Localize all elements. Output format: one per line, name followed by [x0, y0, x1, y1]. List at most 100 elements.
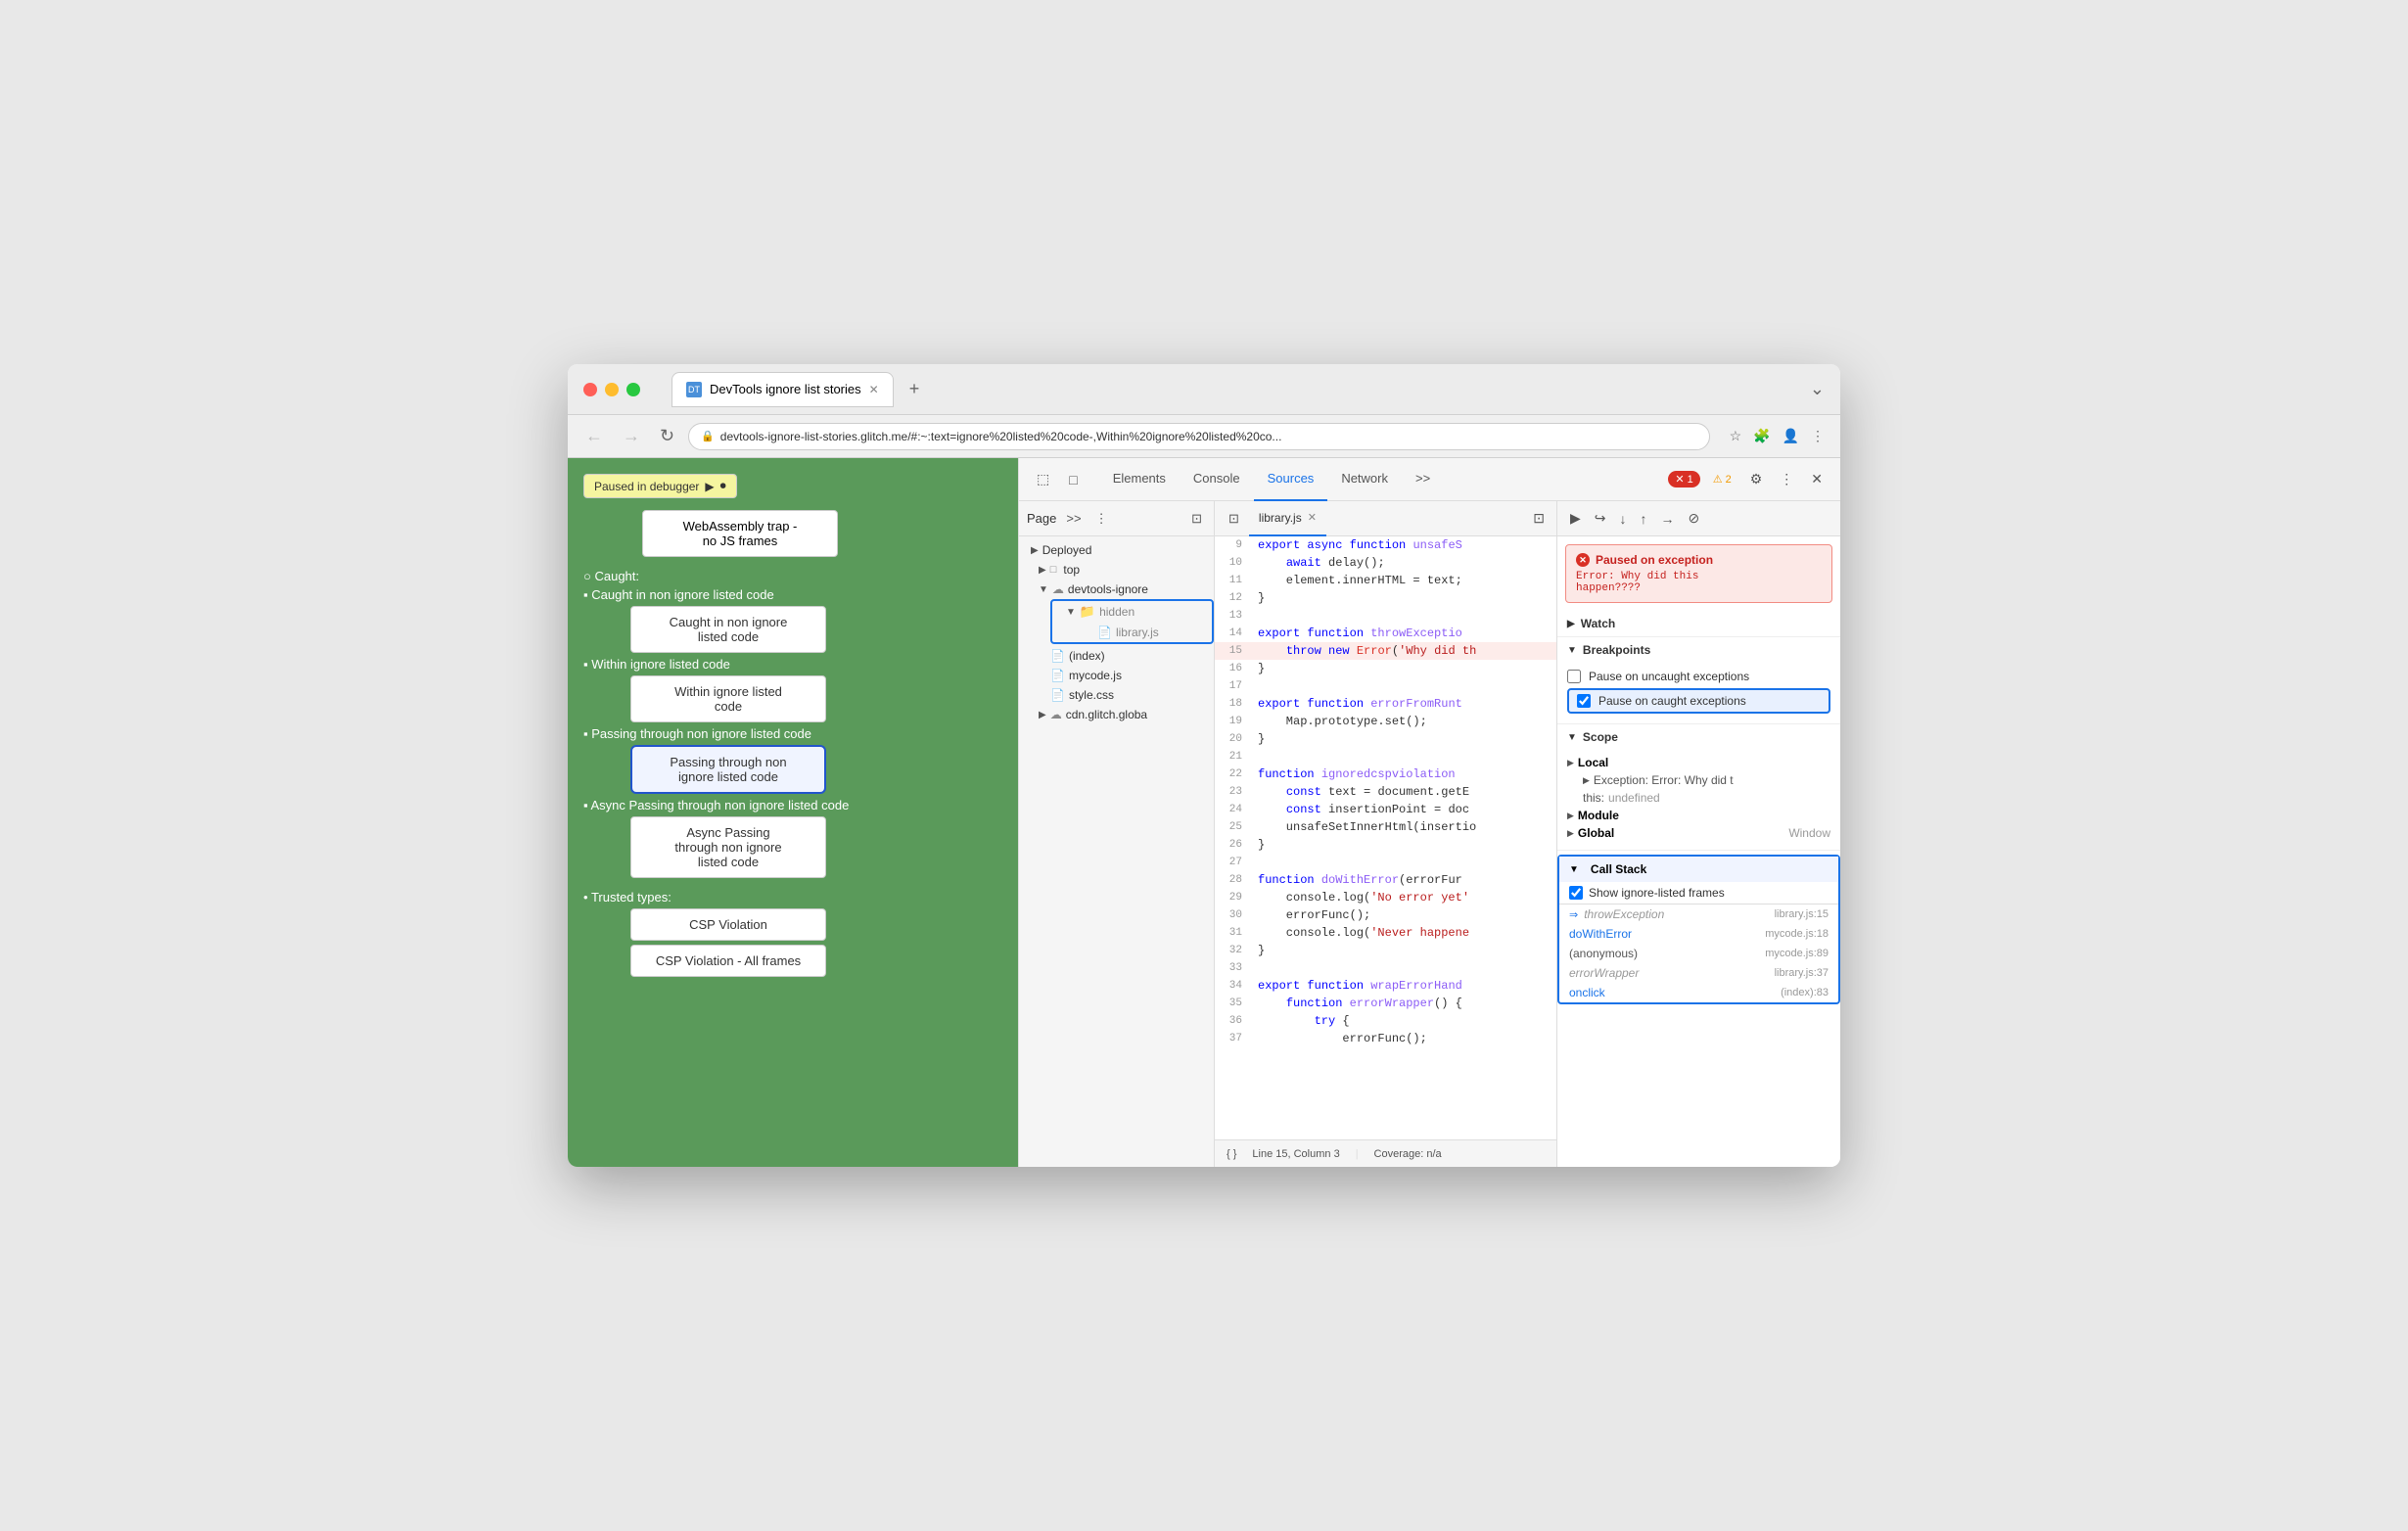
- ft-index[interactable]: 📄 (index): [1019, 646, 1214, 666]
- show-more-tabs-button[interactable]: ⊡: [1529, 508, 1549, 529]
- exception-title-text: Paused on exception: [1596, 553, 1713, 567]
- devtools-panel: ⬚ □ Elements Console Sources Network >> …: [1018, 458, 1840, 1167]
- bookmark-icon[interactable]: ☆: [1726, 424, 1746, 448]
- frame-2-loc: mycode.js:89: [1765, 948, 1829, 959]
- new-tab-button[interactable]: +: [902, 375, 928, 403]
- frame-4-loc: (index):83: [1781, 987, 1829, 998]
- pause-uncaught-checkbox[interactable]: [1567, 670, 1581, 683]
- callstack-header[interactable]: ▼ Call Stack: [1559, 857, 1838, 882]
- maximize-traffic-light[interactable]: [626, 383, 640, 396]
- step-into-button[interactable]: ↓: [1615, 508, 1632, 530]
- frame-0-loc: library.js:15: [1775, 908, 1829, 920]
- csp-all-frames-button[interactable]: CSP Violation - All frames: [630, 945, 826, 977]
- callstack-frame-2[interactable]: (anonymous) mycode.js:89: [1559, 944, 1838, 963]
- watch-section: ▶ Watch: [1557, 611, 1840, 637]
- frame-3-loc: library.js:37: [1775, 967, 1829, 979]
- ft-cdn[interactable]: ▶ ☁ cdn.glitch.globa: [1019, 705, 1214, 724]
- ft-devtools-ignore[interactable]: ▼ ☁ devtools-ignore: [1019, 580, 1214, 599]
- ft-hidden[interactable]: ▼ 📁 hidden: [1054, 601, 1210, 623]
- caught-label: Caught:: [594, 569, 639, 583]
- tab-elements[interactable]: Elements: [1099, 458, 1180, 501]
- browser-window: DT DevTools ignore list stories ✕ + ⌄ ← …: [568, 364, 1840, 1167]
- library-js-tab-close[interactable]: ✕: [1308, 511, 1317, 524]
- breakpoints-section-header[interactable]: ▼ Breakpoints: [1557, 637, 1840, 663]
- callstack-frame-0[interactable]: ⇒ throwException library.js:15: [1559, 905, 1838, 924]
- scope-section-header[interactable]: ▼ Scope: [1557, 724, 1840, 750]
- more-options-button[interactable]: ⋮: [1774, 467, 1799, 491]
- step-out-button[interactable]: ↑: [1636, 508, 1652, 530]
- extensions-icon[interactable]: 🧩: [1749, 424, 1774, 448]
- forward-button[interactable]: →: [617, 422, 646, 450]
- pause-caught-checkbox[interactable]: [1577, 694, 1591, 708]
- global-value: Window: [1788, 826, 1830, 840]
- toggle-navigator-button[interactable]: ⊡: [1223, 507, 1245, 531]
- line-column: Line 15, Column 3: [1252, 1148, 1339, 1160]
- caught-item-3: Passing through non ignore listed code: [583, 726, 1002, 741]
- watch-section-header[interactable]: ▶ Watch: [1557, 611, 1840, 636]
- close-devtools-button[interactable]: ✕: [1805, 467, 1829, 491]
- callstack-frame-3[interactable]: errorWrapper library.js:37: [1559, 963, 1838, 983]
- tab-console[interactable]: Console: [1180, 458, 1254, 501]
- code-line-25: 25 unsafeSetInnerHtml(insertio: [1215, 818, 1556, 836]
- tab-close-button[interactable]: ✕: [869, 383, 879, 396]
- code-line-28: 28 function doWithError(errorFur: [1215, 871, 1556, 889]
- step-over-button[interactable]: ↪: [1590, 507, 1611, 530]
- top-label: top: [1063, 563, 1080, 577]
- ft-deployed[interactable]: ▶ Deployed: [1019, 540, 1214, 560]
- resume-button[interactable]: ▶: [1565, 507, 1586, 530]
- code-line-31: 31 console.log('Never happene: [1215, 924, 1556, 942]
- tab-sources[interactable]: Sources: [1254, 458, 1328, 501]
- code-line-32: 32 }: [1215, 942, 1556, 959]
- code-line-10: 10 await delay();: [1215, 554, 1556, 572]
- async-passing-button[interactable]: Async Passingthrough non ignorelisted co…: [630, 816, 826, 878]
- play-icon: ▶: [705, 480, 714, 493]
- deactivate-breakpoints-button[interactable]: ⊘: [1684, 507, 1705, 530]
- scope-content: ▶ Local ▶ Exception: Error: Why did t th…: [1557, 750, 1840, 850]
- ft-library-js[interactable]: 📄 library.js: [1054, 623, 1210, 642]
- code-line-34: 34 export function wrapErrorHand: [1215, 977, 1556, 995]
- ft-style[interactable]: 📄 style.css: [1019, 685, 1214, 705]
- ft-top[interactable]: ▶ □ top: [1019, 560, 1214, 580]
- profile-icon[interactable]: 👤: [1779, 424, 1803, 448]
- trusted-types-section: Trusted types:: [583, 890, 1002, 905]
- close-traffic-light[interactable]: [583, 383, 597, 396]
- device-toolbar-button[interactable]: □: [1063, 468, 1083, 491]
- active-tab[interactable]: DT DevTools ignore list stories ✕: [671, 372, 894, 407]
- show-ignore-checkbox[interactable]: [1569, 886, 1583, 900]
- breakpoints-arrow-icon: ▼: [1567, 645, 1577, 656]
- code-line-35: 35 function errorWrapper() {: [1215, 995, 1556, 1012]
- resume-toolbar: ▶ ↪ ↓ ↑ → ⊘: [1557, 501, 1840, 536]
- watch-label: Watch: [1581, 617, 1616, 630]
- settings-button[interactable]: ⚙: [1744, 467, 1769, 491]
- address-bar[interactable]: 🔒 devtools-ignore-list-stories.glitch.me…: [688, 423, 1709, 450]
- caught-non-ignore-button[interactable]: Caught in non ignorelisted code: [630, 606, 826, 653]
- tab-network[interactable]: Network: [1327, 458, 1402, 501]
- paused-badge: Paused in debugger ▶ ⏺: [583, 474, 737, 498]
- page-more-button[interactable]: >>: [1062, 509, 1085, 528]
- tab-overflow-button[interactable]: ⌄: [1810, 379, 1825, 399]
- cloud-icon-2: ☁: [1050, 708, 1062, 721]
- within-ignore-button[interactable]: Within ignore listedcode: [630, 675, 826, 722]
- code-line-26: 26 }: [1215, 836, 1556, 854]
- menu-icon[interactable]: ⋮: [1807, 424, 1829, 448]
- deployed-label: Deployed: [1042, 543, 1092, 557]
- callstack-frame-4[interactable]: onclick (index):83: [1559, 983, 1838, 1002]
- reload-button[interactable]: ↻: [654, 422, 680, 450]
- code-panel: ⊡ library.js ✕ ⊡ 9 export async function…: [1215, 501, 1556, 1167]
- library-js-tab[interactable]: library.js ✕: [1249, 501, 1326, 536]
- global-scope-item[interactable]: ▶ Global Window: [1567, 824, 1830, 842]
- file-tree-menu-button[interactable]: ⋮: [1091, 509, 1112, 529]
- toggle-sidebar-button[interactable]: ⊡: [1187, 509, 1206, 529]
- inspect-element-button[interactable]: ⬚: [1031, 467, 1055, 491]
- callstack-frame-1[interactable]: doWithError mycode.js:18: [1559, 924, 1838, 944]
- csp-violation-button[interactable]: CSP Violation: [630, 908, 826, 941]
- ft-mycode[interactable]: 📄 mycode.js: [1019, 666, 1214, 685]
- back-button[interactable]: ←: [579, 422, 609, 450]
- global-arrow: ▶: [1567, 828, 1574, 839]
- minimize-traffic-light[interactable]: [605, 383, 619, 396]
- module-scope-item[interactable]: ▶ Module: [1567, 807, 1830, 824]
- tab-more[interactable]: >>: [1402, 458, 1444, 501]
- passing-through-button[interactable]: Passing through nonignore listed code: [630, 745, 826, 794]
- step-button[interactable]: →: [1656, 508, 1680, 530]
- local-scope-item[interactable]: ▶ Local: [1567, 754, 1830, 771]
